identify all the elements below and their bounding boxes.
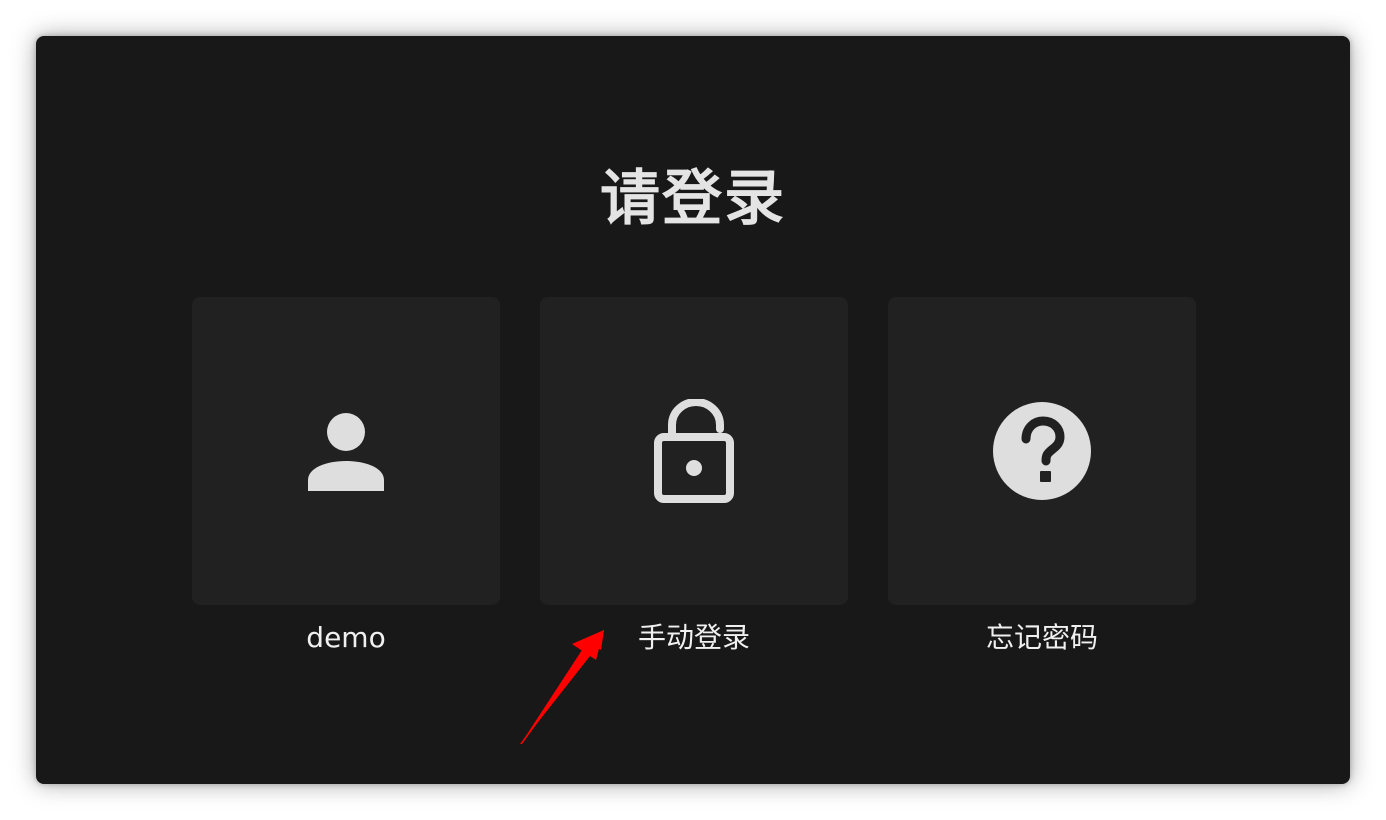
page-title: 请登录 (600, 164, 786, 234)
user-demo-label[interactable]: demo (192, 620, 500, 656)
forgot-password-label[interactable]: 忘记密码 (888, 620, 1196, 656)
help-circle-icon (993, 402, 1091, 500)
unlock-icon (654, 399, 734, 503)
manual-login-tile[interactable] (540, 297, 848, 605)
user-demo-tile[interactable] (192, 297, 500, 605)
manual-login-label[interactable]: 手动登录 (540, 620, 848, 656)
user-icon (308, 413, 384, 491)
login-window: 请登录 demo 手动登录 忘记密码 (36, 36, 1350, 784)
forgot-password-tile[interactable] (888, 297, 1196, 605)
